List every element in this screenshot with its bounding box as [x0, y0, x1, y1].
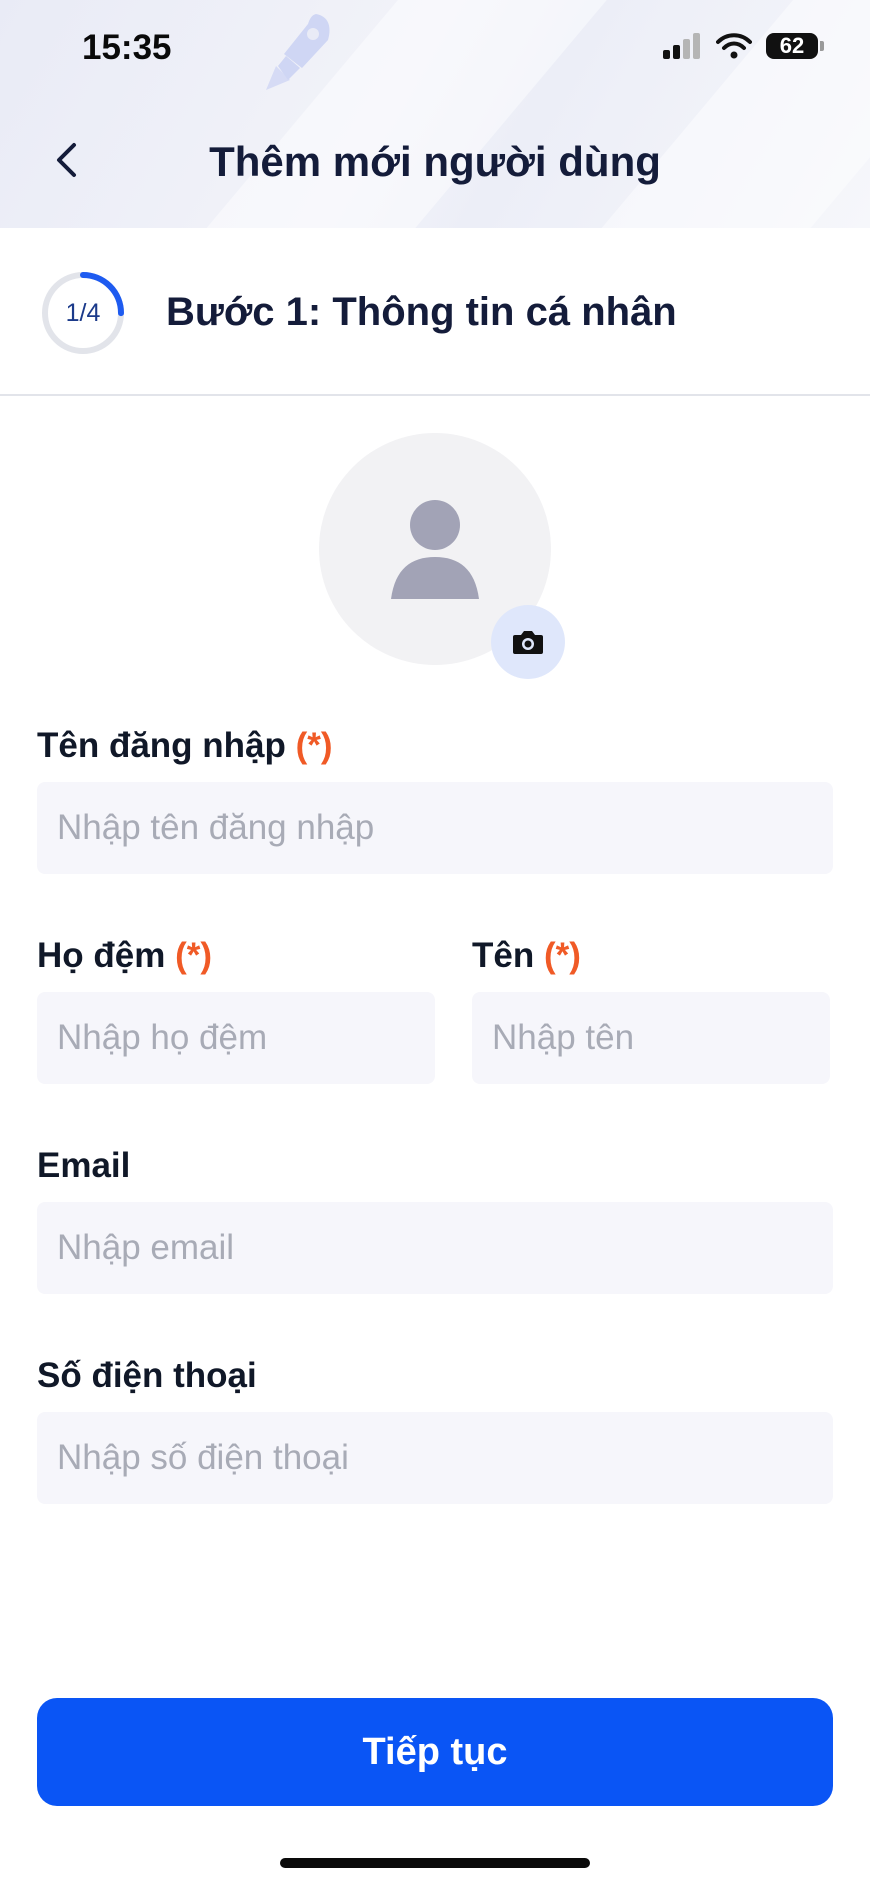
first-name-label-text: Tên: [472, 936, 535, 975]
email-label: Email: [37, 1146, 130, 1186]
step-counter: 1/4: [65, 298, 101, 327]
status-time: 15:35: [82, 28, 172, 67]
phone-label-text: Số điện thoại: [37, 1356, 257, 1395]
email-input[interactable]: [37, 1202, 833, 1294]
wifi-icon: [716, 33, 752, 59]
middle-name-label-text: Họ đệm: [37, 936, 166, 975]
camera-button[interactable]: [491, 605, 565, 679]
battery-indicator: 62: [766, 33, 824, 59]
page-title: Thêm mới người dùng: [209, 138, 661, 185]
middle-name-label: Họ đệm (*): [37, 936, 212, 976]
status-icons: 62: [662, 33, 824, 59]
phone-input[interactable]: [37, 1412, 833, 1504]
phone-label: Số điện thoại: [37, 1356, 257, 1396]
signal-icon: [663, 33, 700, 59]
username-label-text: Tên đăng nhập: [37, 726, 286, 765]
required-mark: (*): [295, 726, 333, 765]
email-label-text: Email: [37, 1146, 131, 1185]
camera-icon: [513, 631, 543, 654]
user-placeholder-icon: [391, 500, 479, 599]
decor-stripe: [181, 0, 639, 228]
middle-name-input[interactable]: [37, 992, 435, 1084]
continue-button[interactable]: Tiếp tục: [37, 1698, 833, 1806]
username-label: Tên đăng nhập (*): [37, 726, 333, 766]
username-input[interactable]: [37, 782, 833, 874]
home-indicator: [280, 1858, 590, 1868]
step-title: Bước 1: Thông tin cá nhân: [166, 290, 677, 334]
first-name-input[interactable]: [472, 992, 830, 1084]
required-mark: (*): [175, 936, 213, 975]
required-mark: (*): [543, 936, 581, 975]
first-name-label: Tên (*): [472, 936, 581, 976]
rocket-icon: [266, 14, 330, 90]
header-bar: 15:35 62 Thêm mới người dùng: [0, 0, 870, 228]
step-header: 1/4 Bước 1: Thông tin cá nhân: [0, 228, 870, 396]
